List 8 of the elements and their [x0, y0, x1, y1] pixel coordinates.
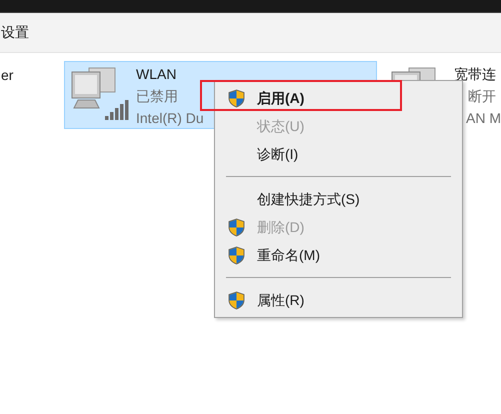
adapter-name: 宽带连 — [454, 65, 497, 84]
adapter-name: er — [1, 66, 14, 85]
adapter-name: WLAN — [136, 65, 178, 84]
toolbar-label: 设置 — [1, 23, 29, 42]
adapter-status: 断开 — [468, 87, 497, 106]
adapter-device: AN M — [466, 109, 501, 128]
adapter-device: Intel(R) Du — [136, 109, 204, 128]
adapter-status: 已禁用 — [136, 87, 179, 106]
